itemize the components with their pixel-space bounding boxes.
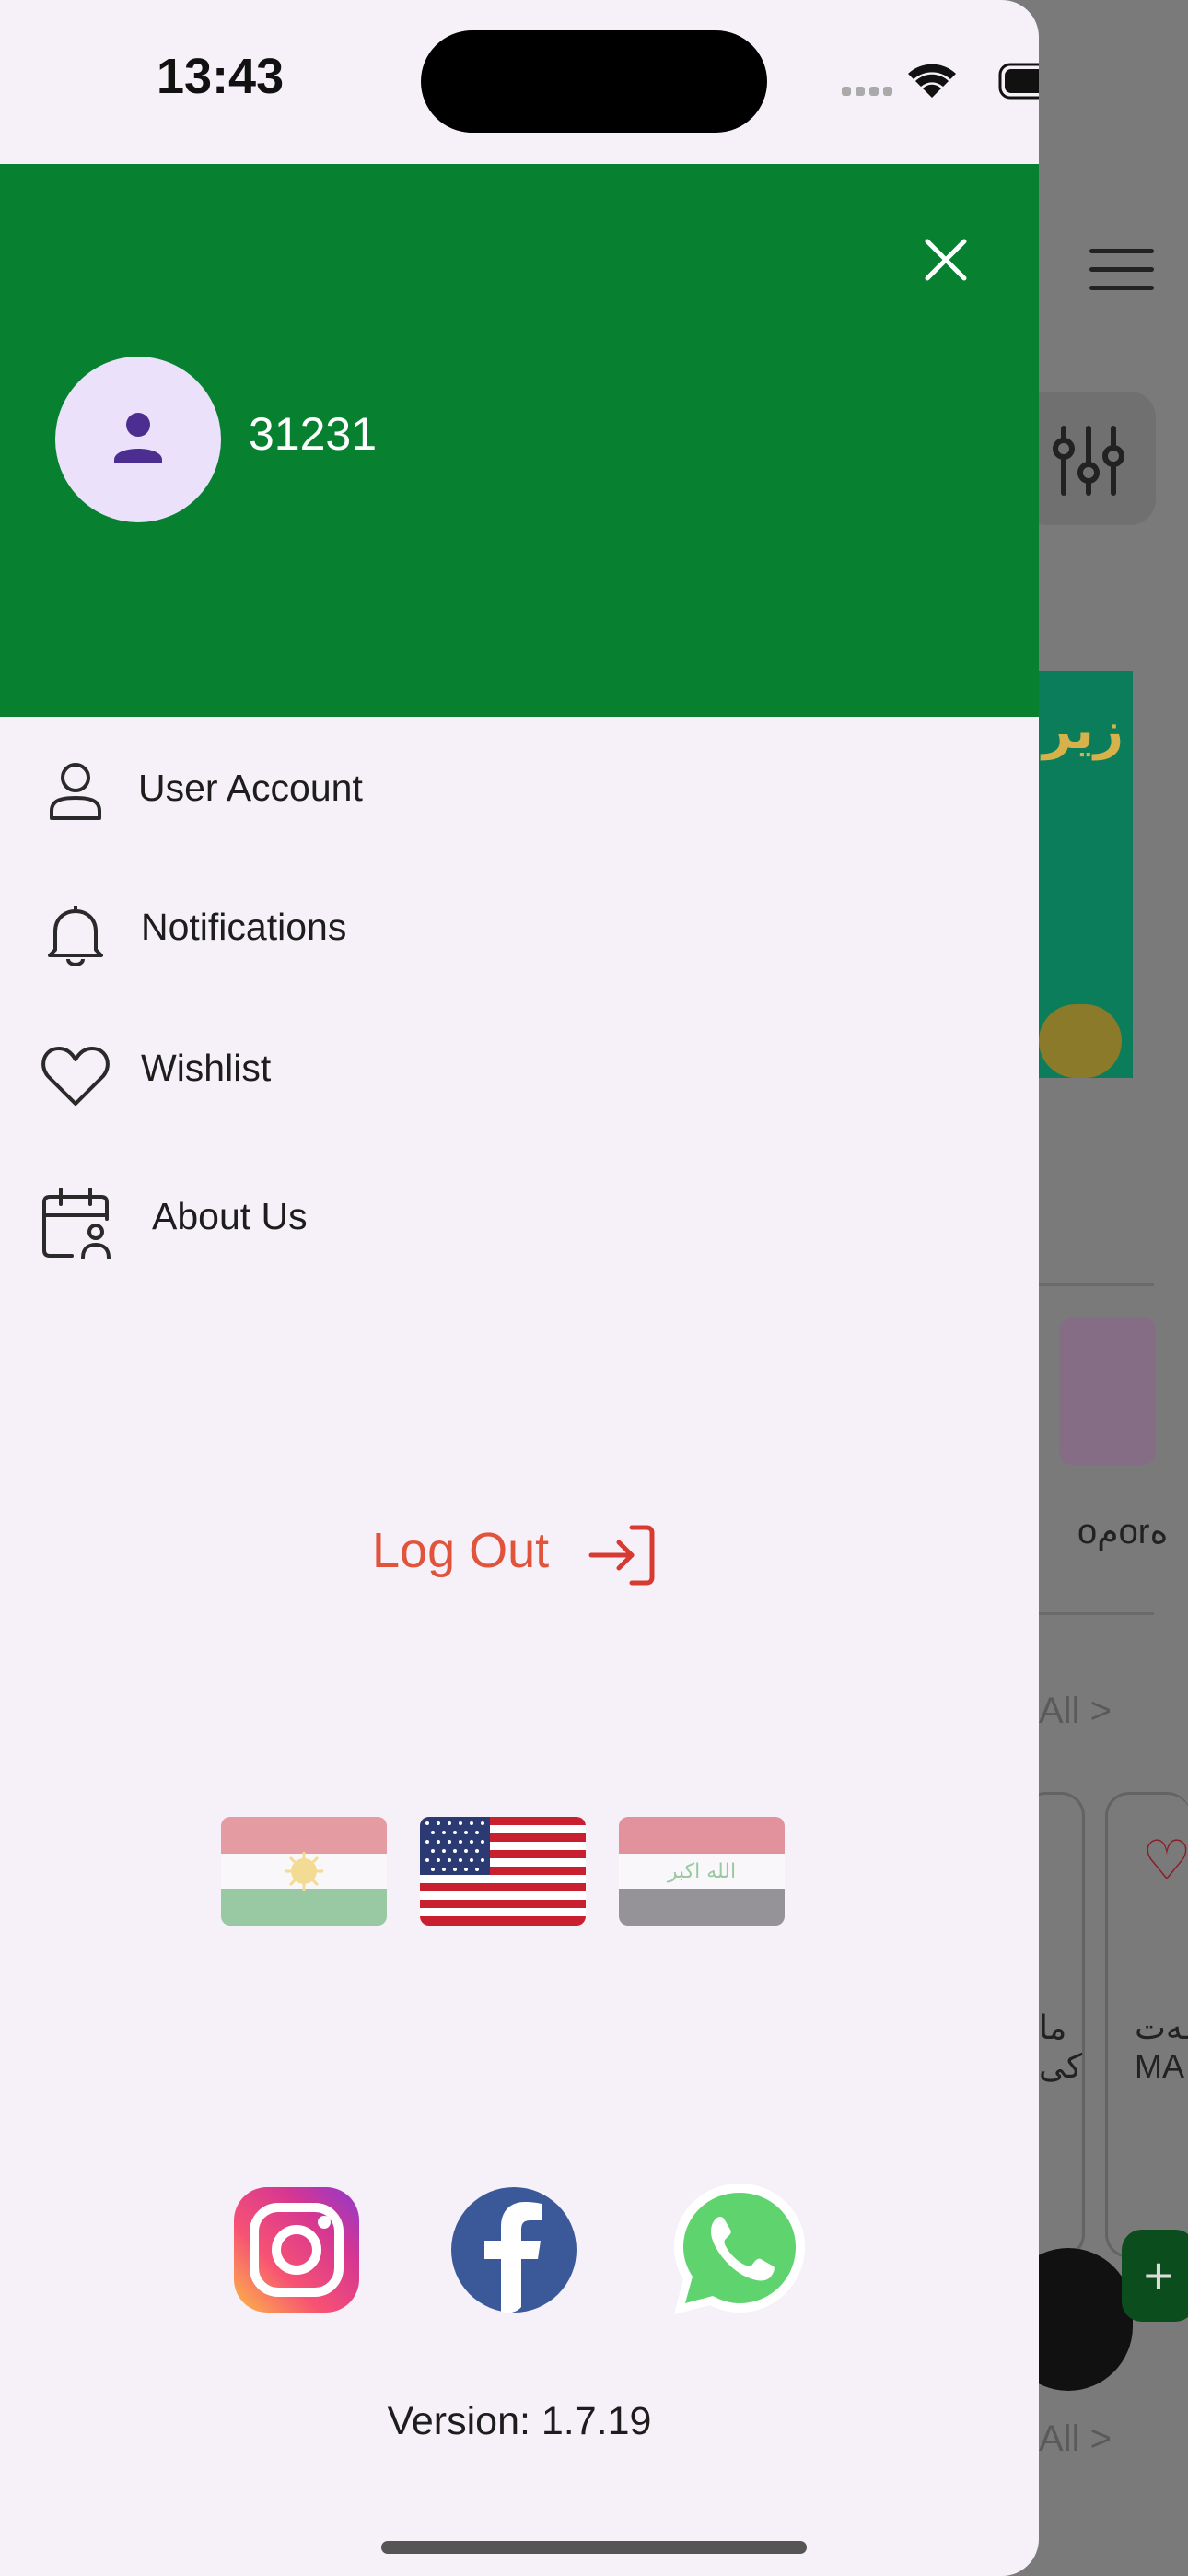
status-icons <box>842 63 1039 100</box>
calendar-user-icon <box>42 1188 111 1259</box>
menu-item-wishlist[interactable]: Wishlist <box>37 1039 1013 1141</box>
iraq-flag-icon: الله اكبر <box>619 1817 785 1926</box>
menu-item-label: Wishlist <box>141 1047 272 1089</box>
user-id: 31231 <box>249 408 378 460</box>
logout-label: Log Out <box>372 1523 550 1578</box>
add-to-cart-button[interactable]: + <box>1122 2230 1188 2322</box>
logout-button[interactable]: Log Out <box>368 1511 672 1594</box>
banner-image <box>1039 1004 1122 1078</box>
person-icon <box>114 413 162 463</box>
heart-icon <box>41 1047 110 1106</box>
category-label: oمorه <box>1077 1513 1169 1551</box>
language-english[interactable] <box>420 1817 586 1926</box>
menu-item-label: Notifications <box>141 906 347 948</box>
sliders-icon <box>1053 426 1124 496</box>
navigation-drawer: 13:43 31231 User Account Notifications W… <box>0 0 1039 2576</box>
hamburger-menu-icon[interactable] <box>1089 249 1154 295</box>
divider <box>1039 1612 1154 1615</box>
dynamic-island <box>421 30 767 133</box>
close-icon[interactable] <box>916 230 975 289</box>
product-name: ـەت MA <box>1135 2008 1188 2085</box>
instagram-icon <box>234 2187 359 2313</box>
user-icon <box>50 763 101 820</box>
menu-item-user-account[interactable]: User Account <box>37 757 1013 859</box>
app-version: Version: 1.7.19 <box>387 2399 652 2443</box>
banner-text: زیر <box>1042 701 1124 759</box>
wifi-icon <box>908 64 956 98</box>
avatar[interactable] <box>55 357 221 522</box>
logout-icon <box>588 1525 655 1586</box>
category-thumbnail[interactable] <box>1059 1317 1156 1465</box>
filter-button[interactable] <box>1022 392 1156 525</box>
product-name: ما کی <box>1039 2008 1083 2085</box>
whatsapp-link[interactable] <box>670 2180 809 2318</box>
facebook-icon <box>451 2187 577 2313</box>
menu-item-notifications[interactable]: Notifications <box>37 898 1013 1000</box>
home-indicator[interactable] <box>381 2541 807 2554</box>
battery-icon <box>998 63 1039 100</box>
us-flag-icon <box>420 1817 586 1926</box>
menu-item-label: About Us <box>152 1195 308 1237</box>
status-time: 13:43 <box>157 49 285 104</box>
kurdistan-flag-icon <box>221 1817 387 1926</box>
signal-icon <box>842 87 892 96</box>
menu-item-about-us[interactable]: About Us <box>37 1184 1013 1285</box>
instagram-link[interactable] <box>232 2185 361 2314</box>
bell-icon <box>48 906 103 966</box>
see-all-link[interactable]: All > <box>1039 2418 1112 2460</box>
divider <box>1039 1283 1154 1286</box>
wishlist-heart-icon[interactable]: ♡ <box>1142 1829 1188 1893</box>
iraq-flag-text: الله اكبر <box>667 1860 736 1883</box>
menu-item-label: User Account <box>138 767 363 809</box>
facebook-link[interactable] <box>449 2185 578 2314</box>
whatsapp-icon <box>674 2184 805 2314</box>
language-kurdish[interactable] <box>221 1817 387 1926</box>
see-all-link[interactable]: All > <box>1039 1691 1112 1732</box>
language-arabic[interactable]: الله اكبر <box>619 1817 785 1926</box>
